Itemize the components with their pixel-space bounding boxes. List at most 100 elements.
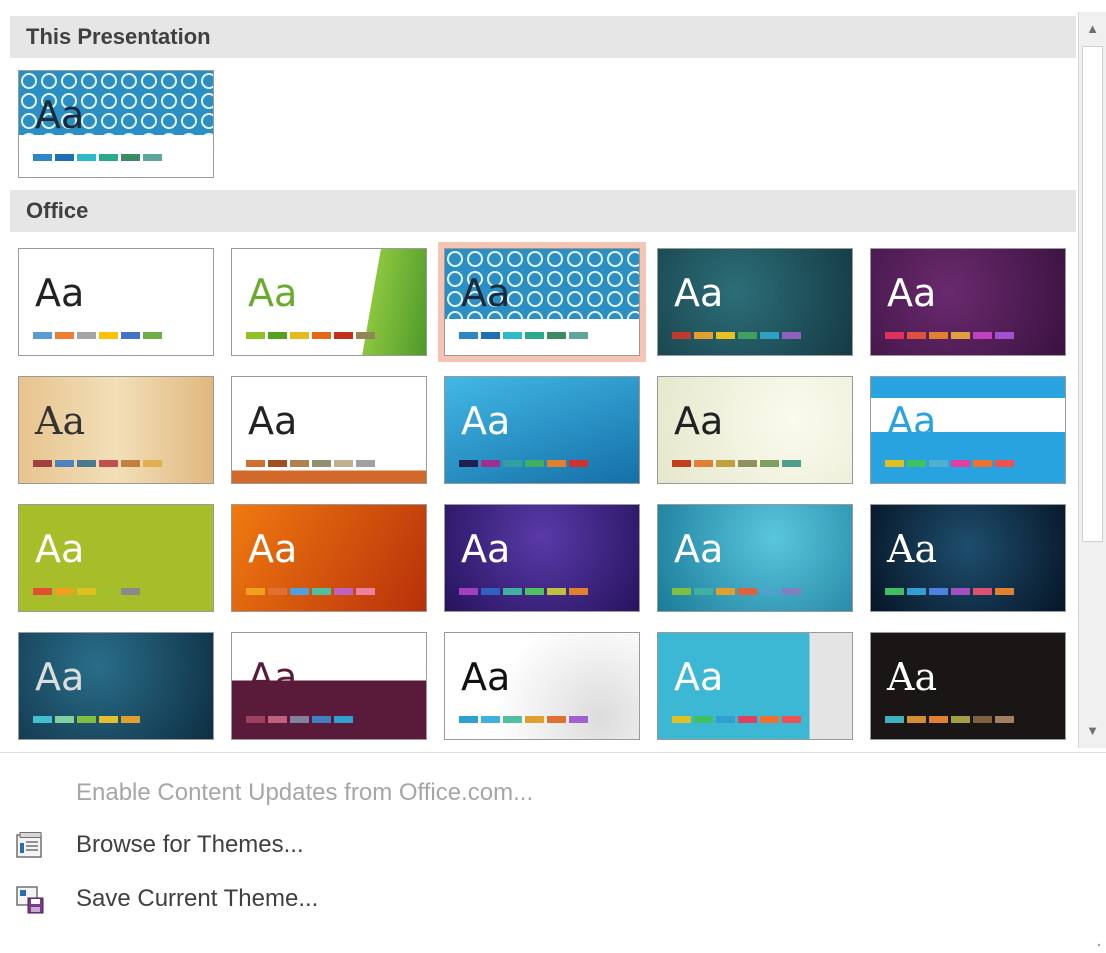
theme-thumbnail-sample-text: Aa	[35, 399, 86, 443]
resize-grip[interactable]	[1096, 935, 1102, 947]
color-swatch	[55, 332, 74, 339]
color-swatch	[312, 460, 331, 467]
browse-for-themes-item[interactable]: Browse for Themes...	[16, 825, 616, 865]
color-swatch	[33, 154, 52, 161]
color-swatch	[334, 588, 353, 595]
theme-thumbnail-sample-text: Aa	[674, 399, 724, 443]
color-swatch	[290, 588, 309, 595]
color-swatch	[885, 332, 904, 339]
theme-thumbnail-sample-text: Aa	[248, 655, 298, 699]
color-swatch	[268, 460, 287, 467]
color-swatch	[694, 588, 713, 595]
theme-thumbnail-blue-band[interactable]: Aa	[870, 376, 1066, 484]
color-swatch	[268, 588, 287, 595]
theme-thumbnail-navy[interactable]: Aa	[870, 504, 1066, 612]
theme-color-swatches	[459, 332, 588, 339]
browse-for-themes-label: Browse for Themes...	[76, 831, 304, 858]
color-swatch	[121, 716, 140, 723]
color-swatch	[55, 716, 74, 723]
color-swatch	[99, 154, 118, 161]
color-swatch	[995, 460, 1014, 467]
color-swatch	[481, 588, 500, 595]
theme-thumbnail-current[interactable]: Aa	[18, 70, 214, 178]
color-swatch	[33, 716, 52, 723]
color-swatch	[459, 332, 478, 339]
color-swatch	[121, 332, 140, 339]
color-swatch	[907, 332, 926, 339]
theme-thumbnail-facet[interactable]: Aa	[231, 248, 427, 356]
theme-color-swatches	[33, 716, 140, 723]
theme-thumbnail-office[interactable]: Aa	[18, 248, 214, 356]
color-swatch	[246, 460, 265, 467]
theme-color-swatches	[459, 716, 588, 723]
color-swatch	[951, 588, 970, 595]
color-swatch	[334, 332, 353, 339]
theme-thumbnail-sample-text: Aa	[248, 271, 298, 315]
theme-color-swatches	[459, 460, 588, 467]
scrollbar-thumb[interactable]	[1082, 46, 1103, 542]
color-swatch	[782, 332, 801, 339]
color-swatch	[716, 588, 735, 595]
color-swatch	[99, 332, 118, 339]
theme-thumbnail-sample-text: Aa	[674, 271, 724, 315]
color-swatch	[77, 460, 96, 467]
color-swatch	[503, 460, 522, 467]
theme-thumbnail-cyan-block[interactable]: Aa	[657, 632, 853, 740]
theme-thumbnail-sample-text: Aa	[248, 527, 298, 571]
color-swatch	[143, 154, 162, 161]
theme-color-swatches	[672, 460, 801, 467]
color-swatch	[569, 588, 588, 595]
color-swatch	[716, 460, 735, 467]
theme-thumbnail-deep-purple[interactable]: Aa	[444, 504, 640, 612]
color-swatch	[525, 588, 544, 595]
theme-thumbnail-wood[interactable]: Aa	[18, 376, 214, 484]
color-swatch	[77, 154, 96, 161]
color-swatch	[672, 332, 691, 339]
color-swatch	[694, 332, 713, 339]
color-swatch	[929, 332, 948, 339]
theme-thumbnail-sample-text: Aa	[35, 271, 85, 315]
theme-thumbnail-bubbles[interactable]: Aa	[444, 632, 640, 740]
theme-color-swatches	[885, 332, 1014, 339]
theme-thumbnail-dark-teal[interactable]: Aa	[657, 248, 853, 356]
color-swatch	[738, 716, 757, 723]
color-swatch	[782, 588, 801, 595]
color-swatch	[885, 460, 904, 467]
color-swatch	[356, 332, 375, 339]
gallery-scrollbar[interactable]: ▲ ▼	[1078, 12, 1106, 748]
theme-thumbnail-sample-text: Aa	[887, 271, 937, 315]
scroll-down-arrow-icon[interactable]: ▼	[1079, 718, 1106, 744]
color-swatch	[33, 460, 52, 467]
theme-thumbnail-plain-line[interactable]: Aa	[231, 376, 427, 484]
color-swatch	[143, 332, 162, 339]
theme-thumbnail-orange[interactable]: Aa	[231, 504, 427, 612]
color-swatch	[738, 332, 757, 339]
save-current-theme-item[interactable]: Save Current Theme...	[16, 879, 616, 919]
color-swatch	[907, 588, 926, 595]
color-swatch	[525, 332, 544, 339]
color-swatch	[672, 460, 691, 467]
theme-thumbnail-lime[interactable]: Aa	[18, 504, 214, 612]
color-swatch	[481, 460, 500, 467]
theme-thumbnail-maroon[interactable]: Aa	[231, 632, 427, 740]
theme-thumbnail-blue-grad[interactable]: Aa	[444, 376, 640, 484]
color-swatch	[973, 588, 992, 595]
color-swatch	[929, 460, 948, 467]
theme-thumbnail-sample-text: Aa	[887, 655, 938, 699]
scroll-up-arrow-icon[interactable]: ▲	[1079, 16, 1106, 42]
theme-thumbnail-pattern[interactable]: Aa	[438, 242, 646, 362]
color-swatch	[760, 460, 779, 467]
color-swatch	[143, 460, 162, 467]
color-swatch	[334, 460, 353, 467]
color-swatch	[55, 154, 74, 161]
theme-thumbnail-purple[interactable]: Aa	[870, 248, 1066, 356]
theme-thumbnail-dark-blue[interactable]: Aa	[18, 632, 214, 740]
color-swatch	[569, 716, 588, 723]
theme-thumbnail-teal-grad[interactable]: Aa	[657, 504, 853, 612]
color-swatch	[77, 588, 96, 595]
theme-thumbnail-black[interactable]: Aa	[870, 632, 1066, 740]
color-swatch	[312, 588, 331, 595]
color-swatch	[121, 154, 140, 161]
color-swatch	[547, 588, 566, 595]
theme-thumbnail-cream[interactable]: Aa	[657, 376, 853, 484]
